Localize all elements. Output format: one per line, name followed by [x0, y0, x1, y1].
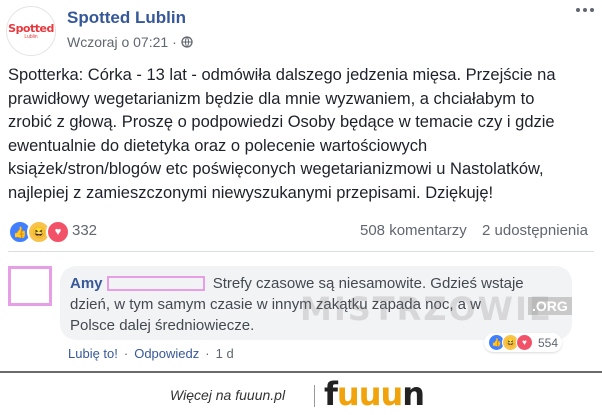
post-text: Spotterka: Córka - 13 lat - odmówiła dal…: [8, 64, 598, 205]
site-footer: Więcej na fuuun.pl fuuun: [0, 373, 602, 415]
globe-icon: [181, 36, 193, 48]
comment-avatar-redacted[interactable]: [8, 266, 52, 306]
watermark-org: .ORG: [528, 297, 572, 315]
post-meta: Wczoraj o 07:21 ·: [67, 34, 193, 50]
watermark-text: MISTRZOWIE: [300, 290, 553, 328]
reaction-icons[interactable]: 👍 😆 ♥: [8, 220, 70, 244]
love-reaction-icon: ♥: [516, 334, 533, 351]
more-options-icon[interactable]: [576, 8, 594, 12]
footer-more-link[interactable]: Więcej na fuuun.pl: [170, 387, 285, 403]
comment-reaction-count: 554: [538, 335, 559, 350]
divider: [8, 251, 594, 252]
post-timestamp[interactable]: Wczoraj o 07:21: [67, 34, 168, 50]
love-reaction-icon: ♥: [46, 220, 70, 244]
facebook-post: Spotted Lublin Spotted Lublin Wczoraj o …: [0, 0, 602, 370]
footer-separator: [314, 385, 315, 407]
comments-count[interactable]: 508 komentarzy: [360, 222, 467, 239]
comment-reactions[interactable]: 👍 😆 ♥ 554: [484, 333, 563, 352]
shares-count[interactable]: 2 udostępnienia: [482, 222, 588, 239]
post-text-line: ewentualnie do dietetyka oraz o poleceni…: [8, 136, 428, 155]
page-name[interactable]: Spotted Lublin: [67, 8, 186, 28]
redacted-name: [106, 276, 205, 291]
like-comment-button[interactable]: Lubię to!: [68, 346, 118, 361]
post-text-line: najlepiej z zamieszczonymi niewyszukanym…: [8, 183, 494, 202]
page-avatar[interactable]: Spotted Lublin: [6, 6, 56, 56]
post-text-line: książek/stron/blogów etc poświęconych we…: [8, 160, 544, 178]
reply-button[interactable]: Odpowiedz: [134, 346, 199, 361]
reactions-bar: 👍 😆 ♥ 332 508 komentarzy 2 udostępnienia: [8, 220, 598, 244]
spotted-logo-sub: Lublin: [24, 34, 38, 40]
reaction-count[interactable]: 332: [72, 222, 97, 239]
fuuun-logo[interactable]: fuuun: [324, 375, 425, 413]
comment-age[interactable]: 1 d: [216, 346, 234, 361]
post-text-line: zrobić z głową. Proszę o podpowiedzi Oso…: [8, 113, 555, 131]
comment-author[interactable]: Amy: [70, 275, 103, 292]
post-text-line: Spotterka: Córka - 13 lat - odmówiła dal…: [8, 66, 556, 84]
post-text-line: prawidłowy wegetarianizm będzie dla mnie…: [8, 89, 535, 108]
comment-actions: Lubię to! · Odpowiedz · 1 d: [68, 346, 234, 361]
